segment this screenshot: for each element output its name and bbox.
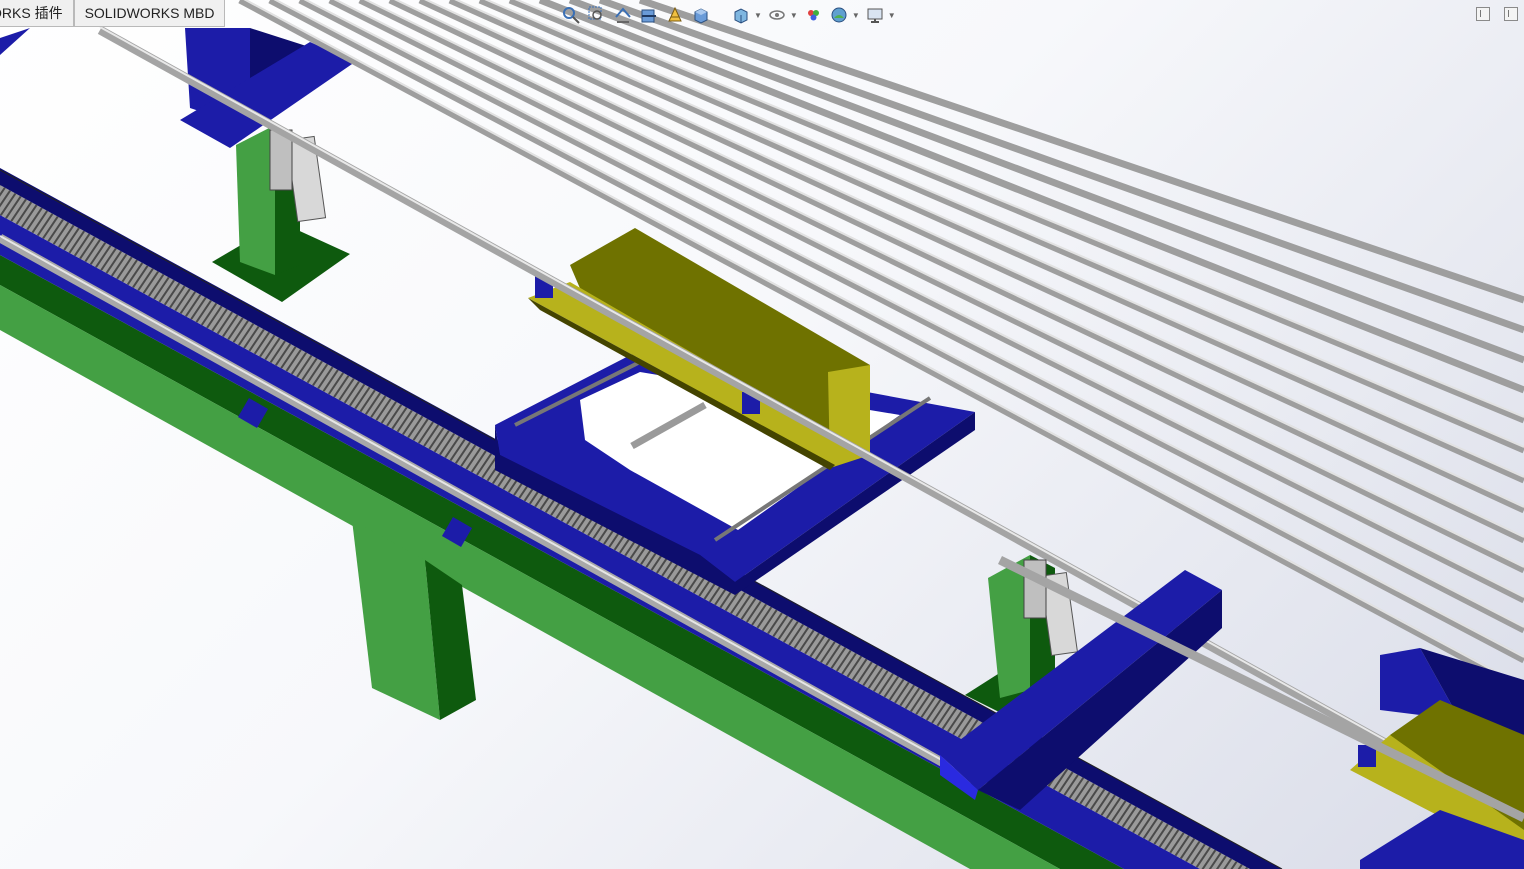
edit-appearance-icon[interactable] xyxy=(802,4,824,26)
display-style-icon[interactable] xyxy=(730,4,752,26)
graphics-area[interactable]: ORKS 插件 SOLIDWORKS MBD ▼ ▼ xyxy=(0,0,1524,869)
zoom-to-fit-icon[interactable] xyxy=(560,4,582,26)
heads-up-view-toolbar: ▼ ▼ ▼ ▼ xyxy=(560,3,896,27)
model-scene[interactable] xyxy=(0,0,1524,869)
chevron-down-icon[interactable]: ▼ xyxy=(888,11,896,20)
chevron-down-icon[interactable]: ▼ xyxy=(852,11,860,20)
apply-scene-icon[interactable] xyxy=(828,4,850,26)
viewport-window-controls xyxy=(1476,7,1518,21)
tab-solidworks-mbd[interactable]: SOLIDWORKS MBD xyxy=(73,0,226,27)
dynamic-annotation-icon[interactable] xyxy=(664,4,686,26)
zoom-to-area-icon[interactable] xyxy=(586,4,608,26)
command-manager-tabs: ORKS 插件 SOLIDWORKS MBD xyxy=(0,0,226,28)
view-settings-icon[interactable] xyxy=(864,4,886,26)
maximize-viewport-icon[interactable] xyxy=(1504,7,1518,21)
hide-show-items-icon[interactable] xyxy=(766,4,788,26)
lower-right-assembly xyxy=(1350,648,1524,869)
previous-view-icon[interactable] xyxy=(612,4,634,26)
view-orientation-icon[interactable] xyxy=(690,4,712,26)
upper-blue-post xyxy=(0,28,355,148)
guide-rod-left xyxy=(0,234,1013,804)
chevron-down-icon[interactable]: ▼ xyxy=(754,11,762,20)
section-view-icon[interactable] xyxy=(638,4,660,26)
tab-solidworks-addins[interactable]: ORKS 插件 xyxy=(0,0,74,27)
chevron-down-icon[interactable]: ▼ xyxy=(790,11,798,20)
green-pedestal-left xyxy=(212,125,350,302)
restore-viewport-icon[interactable] xyxy=(1476,7,1490,21)
